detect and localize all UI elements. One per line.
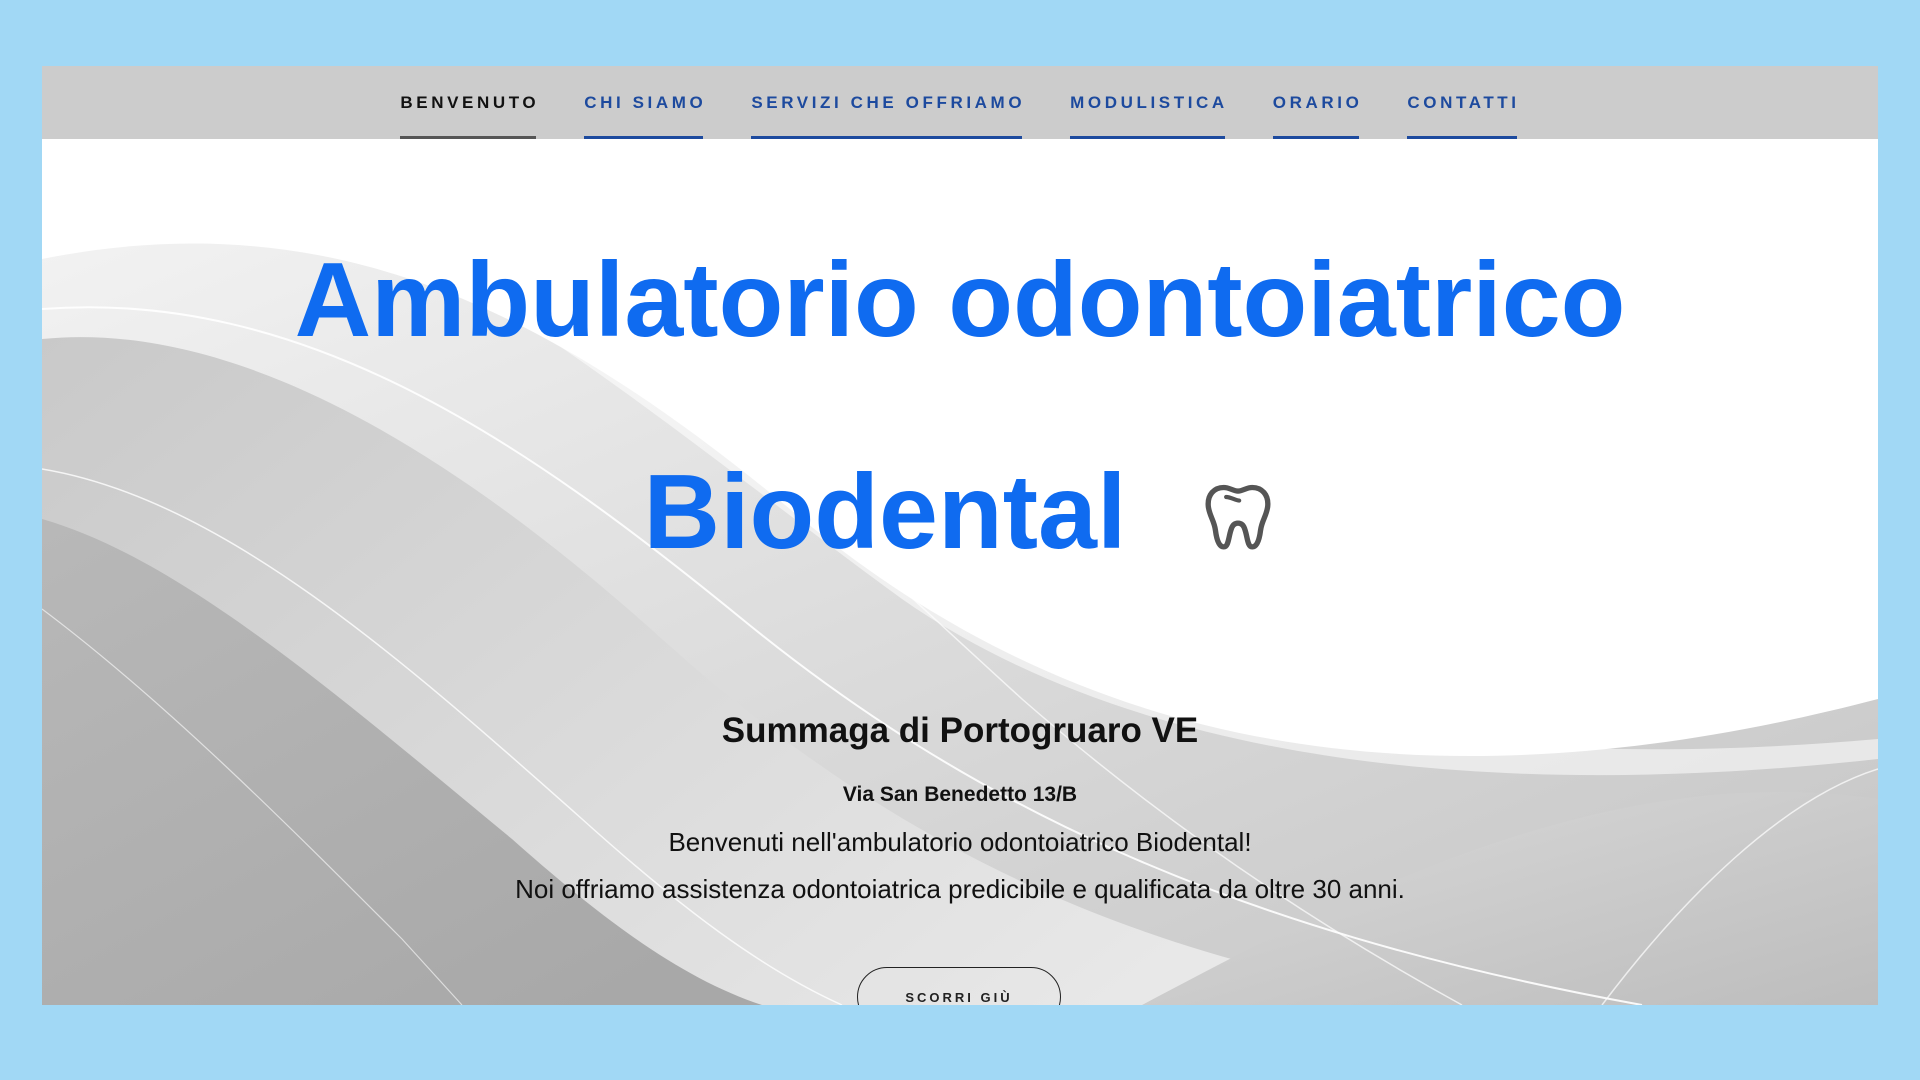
nav-item-label: ORARIO [1272, 92, 1363, 112]
page-title-line2: Biodental [42, 459, 1878, 565]
street-address: Via San Benedetto 13/B [842, 783, 1078, 806]
nav-item-label: CHI SIAMO [584, 92, 707, 112]
nav-item-label: SERVIZI CHE OFFRIAMO [751, 92, 1026, 112]
welcome-text: Benvenuti nell'ambulatorio odontoiatrico… [668, 827, 1252, 857]
tooth-icon [1206, 484, 1271, 550]
nav-item-orario[interactable]: ORARIO [1272, 66, 1363, 139]
nav-item-servizi[interactable]: SERVIZI CHE OFFRIAMO [751, 66, 1025, 139]
hero-section: Ambulatorio odontoiatrico Biodental Summ… [42, 139, 1878, 1005]
browser-viewport: BENVENUTO CHI SIAMO SERVIZI CHE OFFRIAMO… [42, 66, 1878, 1005]
title-brand-name: Biodental [643, 453, 1127, 571]
hero-content: Ambulatorio odontoiatrico Biodental Summ… [42, 139, 1878, 1005]
nav-item-label: MODULISTICA [1070, 92, 1228, 112]
nav-underline [1407, 136, 1517, 139]
nav-menu: BENVENUTO CHI SIAMO SERVIZI CHE OFFRIAMO… [42, 66, 1878, 139]
active-underline [400, 136, 537, 139]
page-title-line1: Ambulatorio odontoiatrico [294, 241, 1626, 359]
nav-underline [751, 136, 1023, 139]
nav-item-benvenuto[interactable]: BENVENUTO [400, 66, 539, 139]
nav-item-label: CONTATTI [1407, 92, 1520, 112]
nav-item-label: BENVENUTO [400, 92, 540, 112]
nav-underline [1070, 136, 1225, 139]
location-subtitle: Summaga di Portogruaro VE [721, 711, 1199, 750]
nav-item-contatti[interactable]: CONTATTI [1407, 66, 1519, 139]
nav-underline [584, 136, 704, 139]
description-text: Noi offriamo assistenza odontoiatrica pr… [515, 874, 1405, 904]
top-navigation-bar: BENVENUTO CHI SIAMO SERVIZI CHE OFFRIAMO… [42, 66, 1878, 139]
nav-underline [1272, 136, 1360, 139]
nav-item-modulistica[interactable]: MODULISTICA [1070, 66, 1228, 139]
nav-item-chi-siamo[interactable]: CHI SIAMO [584, 66, 706, 139]
scroll-down-button[interactable]: SCORRI GIÙ [857, 967, 1061, 1005]
